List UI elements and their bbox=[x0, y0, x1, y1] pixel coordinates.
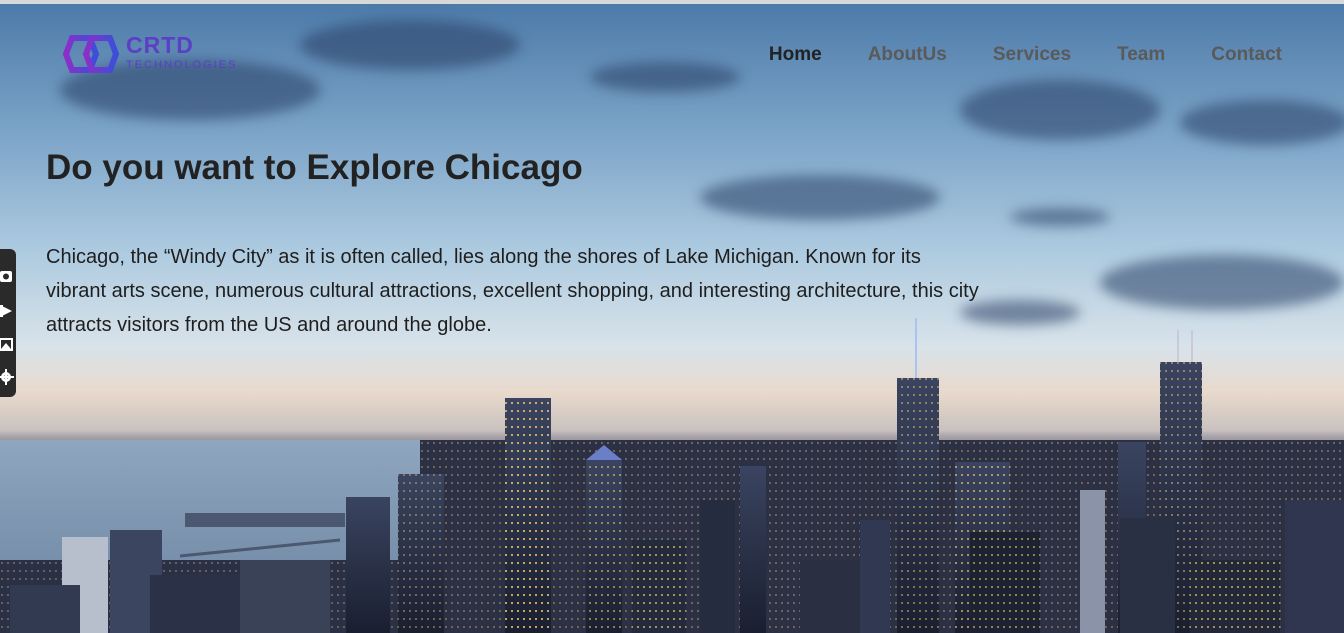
side-toolbar bbox=[0, 249, 16, 397]
nav-team[interactable]: Team bbox=[1117, 44, 1165, 66]
brand-logo[interactable]: CRTD TECHNOLOGIES bbox=[62, 32, 242, 78]
logo-title: CRTD bbox=[126, 32, 194, 58]
logo-subtitle: TECHNOLOGIES bbox=[126, 59, 238, 71]
hero-description: Chicago, the “Windy City” as it is often… bbox=[46, 246, 979, 336]
nav-home[interactable]: Home bbox=[769, 44, 822, 66]
page: CRTD TECHNOLOGIES Home AboutUs Services … bbox=[0, 0, 1344, 633]
nav-aboutus[interactable]: AboutUs bbox=[868, 44, 947, 66]
main-nav: Home AboutUs Services Team Contact bbox=[723, 44, 1282, 66]
logo-icon bbox=[62, 35, 120, 73]
video-icon[interactable] bbox=[0, 301, 14, 321]
hero-title: Do you want to Explore Chicago bbox=[46, 148, 583, 187]
gear-icon[interactable] bbox=[0, 367, 14, 387]
camera-icon[interactable] bbox=[0, 267, 14, 287]
screenshot-icon[interactable] bbox=[0, 335, 14, 355]
nav-services[interactable]: Services bbox=[993, 44, 1071, 66]
nav-contact[interactable]: Contact bbox=[1211, 44, 1282, 66]
